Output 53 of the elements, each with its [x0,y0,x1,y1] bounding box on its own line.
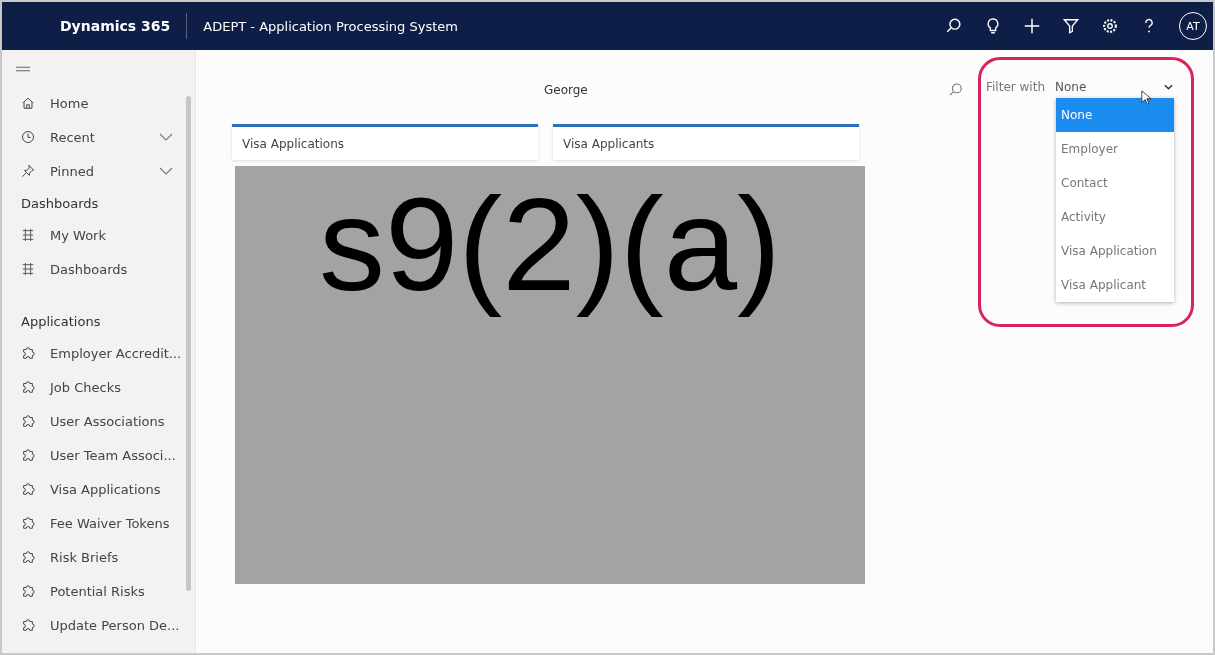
chevron-icon[interactable] [159,167,173,175]
result-tab[interactable]: Visa Applications [232,124,538,160]
dropdown-option[interactable]: Visa Application [1056,234,1174,268]
sidebar-item[interactable]: Home [2,86,195,120]
result-tab[interactable]: Visa Applicants [553,124,859,160]
dropdown-option[interactable]: Employer [1056,132,1174,166]
plus-icon[interactable] [1023,17,1041,35]
sidebar-item[interactable]: Visa Applications [2,472,195,506]
filter-label: Filter with [986,80,1045,94]
puzzle-icon [21,346,35,360]
puzzle-icon [21,380,35,394]
search-field[interactable]: George [544,78,964,102]
sidebar-item[interactable]: Dashboards [2,252,195,286]
pin-icon [21,164,35,178]
scrollbar[interactable] [186,96,191,591]
clock-icon [21,130,35,144]
sidebar-item[interactable]: My Work [2,218,195,252]
puzzle-icon [21,482,35,496]
puzzle-icon [21,618,35,632]
search-icon[interactable] [945,17,963,35]
sidebar-item[interactable]: Fee Waiver Tokens [2,506,195,540]
section-heading: Applications [20,312,102,331]
puzzle-icon [21,448,35,462]
app-title: ADEPT - Application Processing System [203,18,458,34]
filter-dropdown[interactable]: None [1055,80,1173,94]
dropdown-option[interactable]: Activity [1056,200,1174,234]
sidebar-item[interactable]: User Team Associ... [2,438,195,472]
settings-icon[interactable] [1101,17,1119,35]
sidebar-item[interactable]: Update Person De... [2,608,195,642]
dashboard-icon [21,262,35,276]
sidebar-item[interactable]: Pinned [2,154,195,188]
dashboard-icon [21,228,35,242]
product-name[interactable]: Dynamics 365 [60,18,171,34]
redaction-label: s9(2)(a) [318,170,782,320]
filter-icon[interactable] [1062,17,1080,35]
puzzle-icon [21,550,35,564]
sidebar-item[interactable]: Recent [2,120,195,154]
caret-icon [1164,84,1173,90]
menu-icon[interactable] [16,66,30,72]
sidebar-item[interactable]: User Associations [2,404,195,438]
dropdown-option[interactable]: Contact [1056,166,1174,200]
puzzle-icon [21,584,35,598]
section-heading: Dashboards [20,194,100,213]
puzzle-icon [21,516,35,530]
cursor-icon [1141,90,1151,105]
dropdown-option[interactable]: Visa Applicant [1056,268,1174,302]
sidebar-item[interactable]: Potential Risks [2,574,195,608]
chevron-icon[interactable] [159,133,173,141]
sidebar-item[interactable]: Job Checks [2,370,195,404]
sidebar-item[interactable]: Employer Accredit... [2,336,195,370]
sidebar-item[interactable]: Risk Briefs [2,540,195,574]
home-icon [21,96,35,110]
puzzle-icon [21,414,35,428]
